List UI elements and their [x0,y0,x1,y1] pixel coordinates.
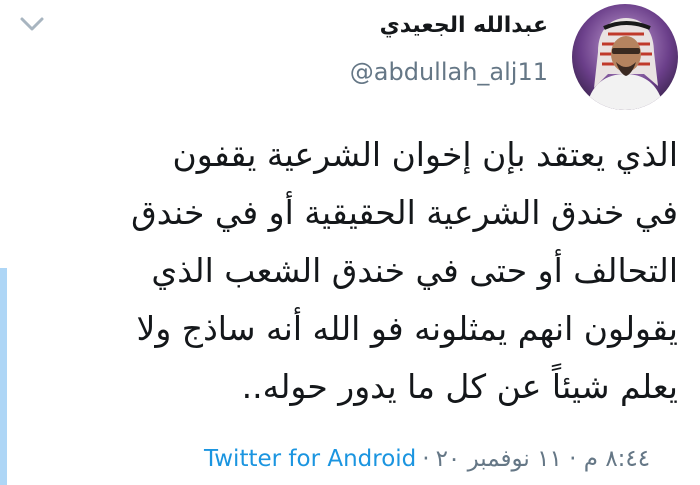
tweet-card: عبدالله الجعيدي @abdullah_alj11 الذي يعت… [0,0,700,485]
author-name[interactable]: عبدالله الجعيدي [380,13,548,38]
tweet-line: الذي يعتقد بإن إخوان الشرعية يقفون [172,135,678,174]
thread-line [0,268,7,485]
meta-separator: · [422,446,430,472]
source-link[interactable]: Twitter for Android [204,446,416,472]
tweet-line: يقولون انهم يمثلونه فو الله أنه ساذج ولا [136,309,678,348]
tweet-line: التحالف أو حتى في خندق الشعب الذي [151,251,678,290]
tweet-text: الذي يعتقد بإن إخوان الشرعية يقفون في خن… [62,126,678,416]
avatar[interactable] [572,4,678,110]
tweet-timestamp[interactable]: ٨:٤٤ م · ١١ نوفمبر ٢٠ [436,446,651,472]
author-handle[interactable]: @abdullah_alj11 [350,58,548,86]
chevron-down-icon[interactable] [18,14,46,34]
tweet-line: في خندق الشرعية الحقيقية أو في خندق [131,193,678,232]
tweet-meta: Twitter for Android · ٨:٤٤ م · ١١ نوفمبر ٢… [204,446,650,472]
profile-photo-icon [572,4,678,110]
tweet-line: يعلم شيئاً عن كل ما يدور حوله.. [241,367,678,406]
